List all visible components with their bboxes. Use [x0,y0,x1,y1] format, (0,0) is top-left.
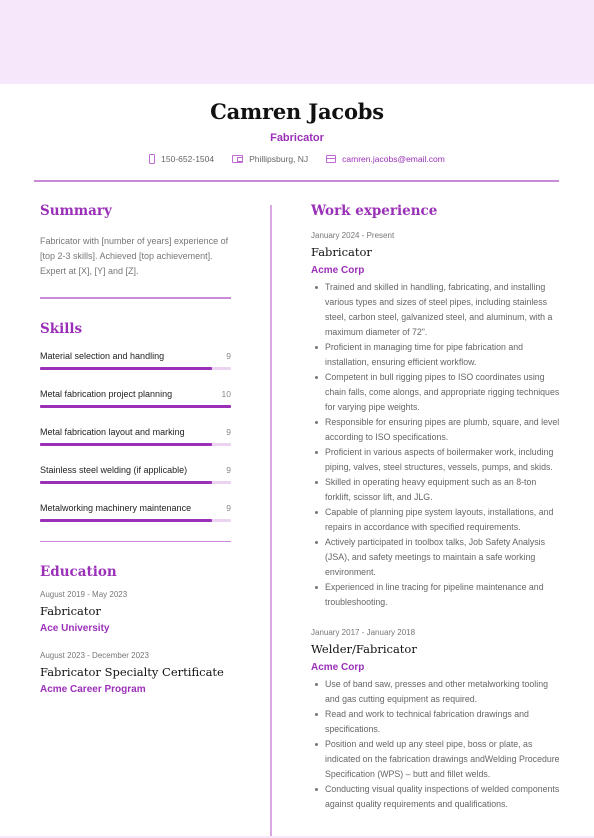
skill-item: Stainless steel welding (if applicable) … [40,465,231,503]
email-link[interactable]: camren.jacobs@email.com [342,154,445,164]
job-title: Fabricator [311,245,372,259]
contact-bar: 150-652-1504 Phillipsburg, NJ camren.jac… [0,154,594,164]
candidate-role: Fabricator [270,132,324,144]
skill-bar-fill [40,442,212,446]
phone-icon [149,154,156,164]
skills-list: Material selection and handling 9 Metal … [40,351,231,541]
column-divider [270,205,272,838]
contact-email[interactable]: camren.jacobs@email.com [326,154,445,164]
right-column: Work experience January 2024 - Present F… [311,203,561,812]
education-school: Acme Career Program [40,684,146,695]
job-bullet: Skilled in operating heavy equipment suc… [311,475,561,505]
skill-item: Material selection and handling 9 [40,351,231,389]
education-degree: Fabricator [40,604,101,618]
experience-section: Work experience January 2024 - Present F… [311,203,561,812]
education-item: August 2023 - December 2023 Fabricator S… [40,651,231,695]
job-bullet: Competent in bull rigging pipes to ISO c… [311,370,561,415]
skill-bar [40,442,231,446]
job-company: Acme Corp [311,662,365,673]
job-dates: January 2024 - Present [311,231,395,240]
resume-header: Camren Jacobs Fabricator 150-652-1504 Ph… [0,84,594,164]
skill-bar [40,404,231,408]
education-item: August 2019 - May 2023 Fabricator Ace Un… [40,590,231,634]
job-bullet: Proficient in managing time for pipe fab… [311,340,561,370]
phone-text: 150-652-1504 [161,154,215,164]
skill-name: Material selection and handling [40,350,165,361]
education-dates: August 2019 - May 2023 [40,590,128,599]
skills-title: Skills [40,320,83,337]
summary-section: Summary Fabricator with [number of years… [40,203,231,279]
skill-bar [40,518,231,522]
skill-level: 10 [221,388,231,399]
skill-bar-fill [40,480,212,484]
education-dates: August 2023 - December 2023 [40,651,149,660]
education-section: Education August 2019 - May 2023 Fabrica… [40,564,231,695]
job-title: Welder/Fabricator [311,642,417,656]
job-bullet: Actively participated in toolbox talks, … [311,535,561,580]
skill-bar-fill [40,518,212,522]
job-bullet: Responsible for ensuring pipes are plumb… [311,415,561,445]
top-banner [0,0,594,84]
skill-level: 9 [226,426,231,437]
mail-icon [326,155,337,163]
section-divider [40,297,231,299]
job-bullet: Capable of planning pipe system layouts,… [311,505,561,535]
header-divider [34,180,559,182]
contact-phone: 150-652-1504 [149,154,214,164]
job-bullets: Trained and skilled in handling, fabrica… [311,280,561,610]
skill-bar-fill [40,366,212,370]
job-bullet: Trained and skilled in handling, fabrica… [311,280,561,340]
skill-item: Metal fabrication project planning 10 [40,389,231,427]
section-divider [40,540,231,542]
candidate-name: Camren Jacobs [210,99,384,124]
skill-level: 9 [226,464,231,475]
skill-name: Stainless steel welding (if applicable) [40,464,188,475]
job-bullet: Experienced in line tracing for pipeline… [311,580,561,610]
job-bullet: Use of band saw, presses and other metal… [311,677,561,707]
contact-location: Phillipsburg, NJ [232,154,308,164]
job-bullet: Proficient in various aspects of boilerm… [311,445,561,475]
location-text: Phillipsburg, NJ [249,154,309,164]
summary-title: Summary [40,203,112,219]
skills-section: Skills Material selection and handling 9… [40,321,231,541]
job-company: Acme Corp [311,265,365,276]
job-bullet: Read and work to technical fabrication d… [311,707,561,737]
skill-name: Metal fabrication layout and marking [40,426,185,437]
skill-bar [40,366,231,370]
summary-text: Fabricator with [number of years] experi… [40,236,229,276]
education-degree: Fabricator Specialty Certificate [40,665,224,679]
skill-item: Metalworking machinery maintenance 9 [40,503,231,541]
job-entry: January 2024 - Present Fabricator Acme C… [311,231,561,610]
job-dates: January 2017 - January 2018 [311,628,416,637]
job-bullets: Use of band saw, presses and other metal… [311,677,561,812]
job-bullet: Conducting visual quality inspections of… [311,782,561,812]
left-column: Summary Fabricator with [number of years… [40,203,231,695]
skill-name: Metalworking machinery maintenance [40,502,192,513]
skill-bar [40,480,231,484]
job-bullet: Position and weld up any steel pipe, bos… [311,737,561,782]
skill-name: Metal fabrication project planning [40,388,173,399]
skill-level: 9 [226,350,231,361]
skill-level: 9 [226,502,231,513]
map-icon [232,155,244,163]
education-title: Education [40,564,117,580]
experience-title: Work experience [311,203,438,219]
education-school: Ace University [40,623,110,634]
skill-item: Metal fabrication layout and marking 9 [40,427,231,465]
skill-bar-fill [40,404,231,408]
job-entry: January 2017 - January 2018 Welder/Fabri… [311,628,561,812]
